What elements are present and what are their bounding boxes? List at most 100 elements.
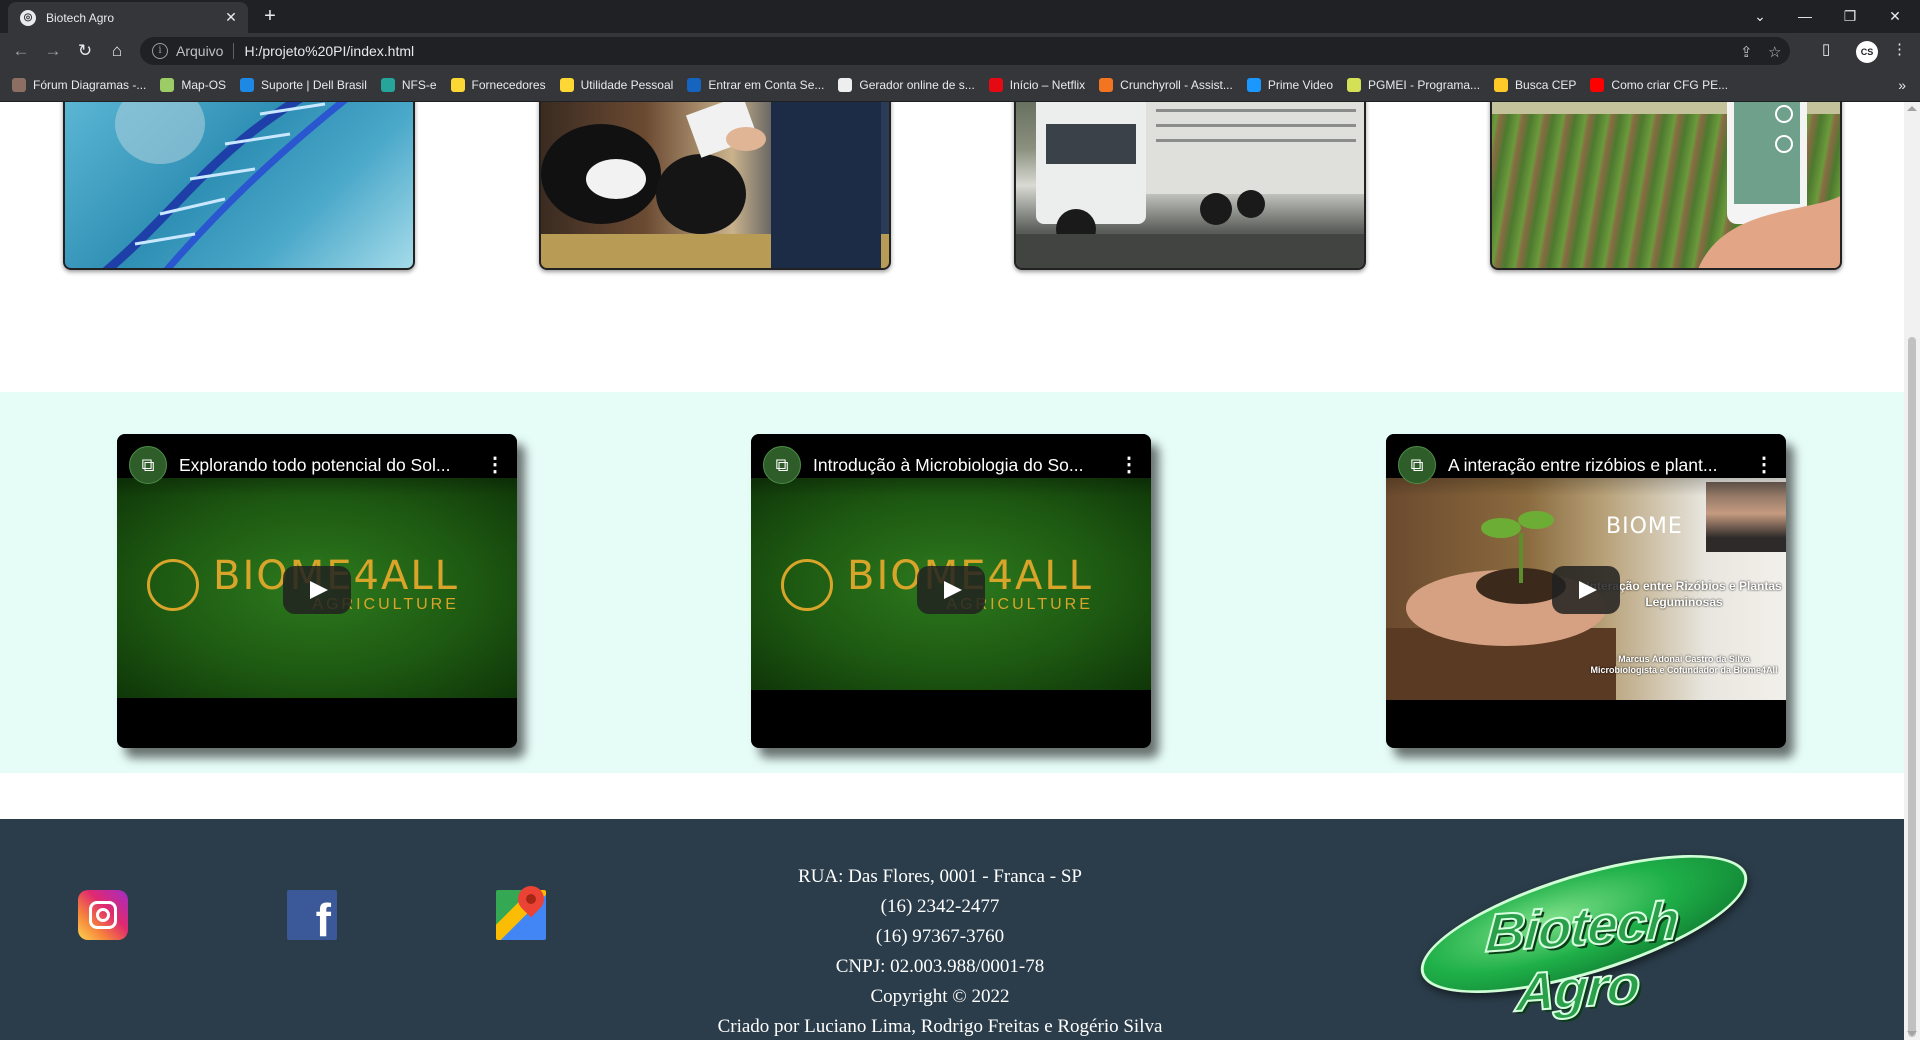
video-embed[interactable]: BIOME4ALL AGRICULTURE ⧉ Explorando todo … — [117, 434, 517, 748]
video-header: ⧉ Explorando todo potencial do Sol... ⋮ — [117, 434, 517, 496]
bookmark-item[interactable]: Crunchyroll - Assist... — [1099, 78, 1233, 92]
bookmark-favicon-icon — [380, 78, 395, 92]
bookmark-item[interactable]: Gerador online de s... — [838, 78, 975, 92]
url-text[interactable]: H:/projeto%20PI/index.html — [244, 43, 414, 59]
bookmark-label: Entrar em Conta Se... — [708, 78, 825, 92]
bookmark-item[interactable]: Busca CEP — [1494, 78, 1576, 92]
footer-copyright: Copyright © 2022 — [870, 986, 1010, 1007]
reload-icon[interactable]: ↻ — [74, 40, 96, 62]
google-maps-icon[interactable] — [496, 880, 550, 940]
bookmark-favicon-icon — [838, 78, 853, 92]
tab-search-icon[interactable]: ⌄ — [1740, 4, 1780, 28]
scroll-down-icon[interactable] — [1907, 1031, 1917, 1036]
restore-icon[interactable]: ❐ — [1830, 4, 1870, 28]
footer-phone: (16) 2342-2477 — [880, 896, 1000, 917]
menu-kebab-icon[interactable]: ⋮ — [1892, 40, 1907, 58]
bookmark-label: Fórum Diagramas -... — [33, 78, 147, 92]
channel-avatar-icon[interactable]: ⧉ — [1398, 446, 1436, 484]
close-window-icon[interactable]: ✕ — [1875, 4, 1915, 28]
video-embed[interactable]: BIOME Interação entre Rizóbios e Plantas… — [1386, 434, 1786, 748]
bookmark-item[interactable]: Entrar em Conta Se... — [687, 78, 824, 92]
info-icon[interactable]: i — [152, 43, 168, 59]
play-button[interactable] — [1552, 566, 1620, 614]
address-bar[interactable]: i Arquivo H:/projeto%20PI/index.html ⇪ ☆ — [140, 37, 1790, 65]
instagram-icon[interactable] — [78, 890, 128, 940]
bookmark-favicon-icon — [1590, 78, 1605, 92]
page-scrollbar[interactable] — [1904, 102, 1920, 1040]
bookmark-item[interactable]: Início – Netflix — [988, 78, 1085, 92]
divider — [233, 43, 235, 59]
bookmark-label: Busca CEP — [1515, 78, 1577, 92]
minimize-icon[interactable]: — — [1785, 4, 1825, 28]
scroll-up-icon[interactable] — [1907, 106, 1917, 111]
video-embed[interactable]: BIOME4ALL AGRICULTURE ⧉ Introdução à Mic… — [751, 434, 1151, 748]
bookmark-item[interactable]: Fórum Diagramas -... — [12, 78, 146, 92]
globe-icon: ◎ — [20, 9, 36, 26]
tab-strip: ◎ Biotech Agro ✕ + ⌄ — ❐ ✕ — [0, 0, 1920, 33]
scrollbar-thumb[interactable] — [1908, 337, 1916, 1037]
channel-avatar-icon[interactable]: ⧉ — [763, 446, 801, 484]
bookmark-favicon-icon — [450, 78, 465, 92]
footer-credits: Criado por Luciano Lima, Rodrigo Freitas… — [717, 1016, 1163, 1037]
bookmark-label: Map-OS — [181, 78, 227, 92]
bookmark-favicon-icon — [559, 78, 574, 92]
bookmark-item[interactable]: Map-OS — [160, 78, 226, 92]
tab-biotech-agro[interactable]: ◎ Biotech Agro ✕ — [8, 2, 248, 33]
bookmark-label: Como criar CFG PE... — [1611, 78, 1729, 92]
side-panel-icon[interactable]: ▯ — [1822, 40, 1830, 58]
footer-phone: (16) 97367-3760 — [875, 926, 1005, 947]
bookmark-favicon-icon — [240, 78, 255, 92]
share-icon[interactable]: ⇪ — [1740, 43, 1753, 61]
play-button[interactable] — [917, 566, 985, 614]
bookmark-favicon-icon — [988, 78, 1003, 92]
video-menu-icon[interactable]: ⋮ — [1119, 446, 1139, 484]
footer-cnpj: CNPJ: 02.003.988/0001-78 — [835, 956, 1045, 977]
bookmark-item[interactable]: Prime Video — [1246, 78, 1334, 92]
bookmark-favicon-icon — [1347, 78, 1362, 92]
bookmark-label: Crunchyroll - Assist... — [1120, 78, 1233, 92]
livestock-truck-image — [1014, 102, 1366, 270]
cattle-veterinarian-image — [539, 102, 891, 270]
facebook-icon[interactable]: f — [287, 890, 337, 940]
bookmark-label: Gerador online de s... — [859, 78, 975, 92]
video-menu-icon[interactable]: ⋮ — [1754, 446, 1774, 484]
smart-farming-image — [1490, 102, 1842, 270]
logo-ring-icon — [147, 559, 199, 611]
new-tab-button[interactable]: + — [258, 6, 282, 28]
bookmark-label: Utilidade Pessoal — [580, 78, 674, 92]
video-header: ⧉ Introdução à Microbiologia do So... ⋮ — [751, 434, 1151, 496]
video-menu-icon[interactable]: ⋮ — [485, 446, 505, 484]
profile-avatar[interactable]: CS — [1856, 41, 1878, 63]
play-button[interactable] — [283, 566, 351, 614]
bookmark-item[interactable]: Fornecedores — [450, 78, 546, 92]
logo-text: Biotech Agro — [1483, 889, 1682, 1024]
bookmark-item[interactable]: NFS-e — [380, 78, 437, 92]
bookmark-item[interactable]: PGMEI - Programa... — [1347, 78, 1480, 92]
bookmark-item[interactable]: Como criar CFG PE... — [1590, 78, 1728, 92]
bookmark-favicon-icon — [160, 78, 175, 92]
bookmark-favicon-icon — [1099, 78, 1114, 92]
brand-word: BIOME — [1606, 514, 1683, 539]
bookmark-favicon-icon — [12, 78, 26, 92]
toolbar: ← → ↻ ⌂ i Arquivo H:/projeto%20PI/index.… — [0, 33, 1920, 69]
bookmarks-bar: Fórum Diagramas -... Map-OS Suporte | Dell… — [0, 69, 1920, 102]
channel-avatar-icon[interactable]: ⧉ — [129, 446, 167, 484]
close-tab-icon[interactable]: ✕ — [222, 9, 240, 27]
video-title[interactable]: Introdução à Microbiologia do So... — [813, 446, 1119, 484]
video-title[interactable]: A interação entre rizóbios e plant... — [1448, 446, 1754, 484]
bookmark-item[interactable]: Utilidade Pessoal — [559, 78, 674, 92]
bookmark-favicon-icon — [1494, 78, 1509, 92]
bookmark-star-icon[interactable]: ☆ — [1768, 43, 1781, 61]
home-icon[interactable]: ⌂ — [106, 40, 128, 62]
overlay-author: Marcus Adonai Castro da Silva Microbiolo… — [1590, 654, 1778, 675]
bookmark-item[interactable]: Suporte | Dell Brasil — [240, 78, 367, 92]
dna-image — [63, 102, 415, 270]
bookmark-label: Prime Video — [1267, 78, 1334, 92]
back-icon[interactable]: ← — [10, 40, 32, 62]
bookmark-favicon-icon — [1246, 78, 1261, 92]
logo-ring-icon — [781, 559, 833, 611]
more-bookmarks-icon[interactable]: » — [1898, 77, 1906, 93]
video-title[interactable]: Explorando todo potencial do Sol... — [179, 446, 485, 484]
video-header: ⧉ A interação entre rizóbios e plant... … — [1386, 434, 1786, 496]
forward-icon[interactable]: → — [42, 40, 64, 62]
